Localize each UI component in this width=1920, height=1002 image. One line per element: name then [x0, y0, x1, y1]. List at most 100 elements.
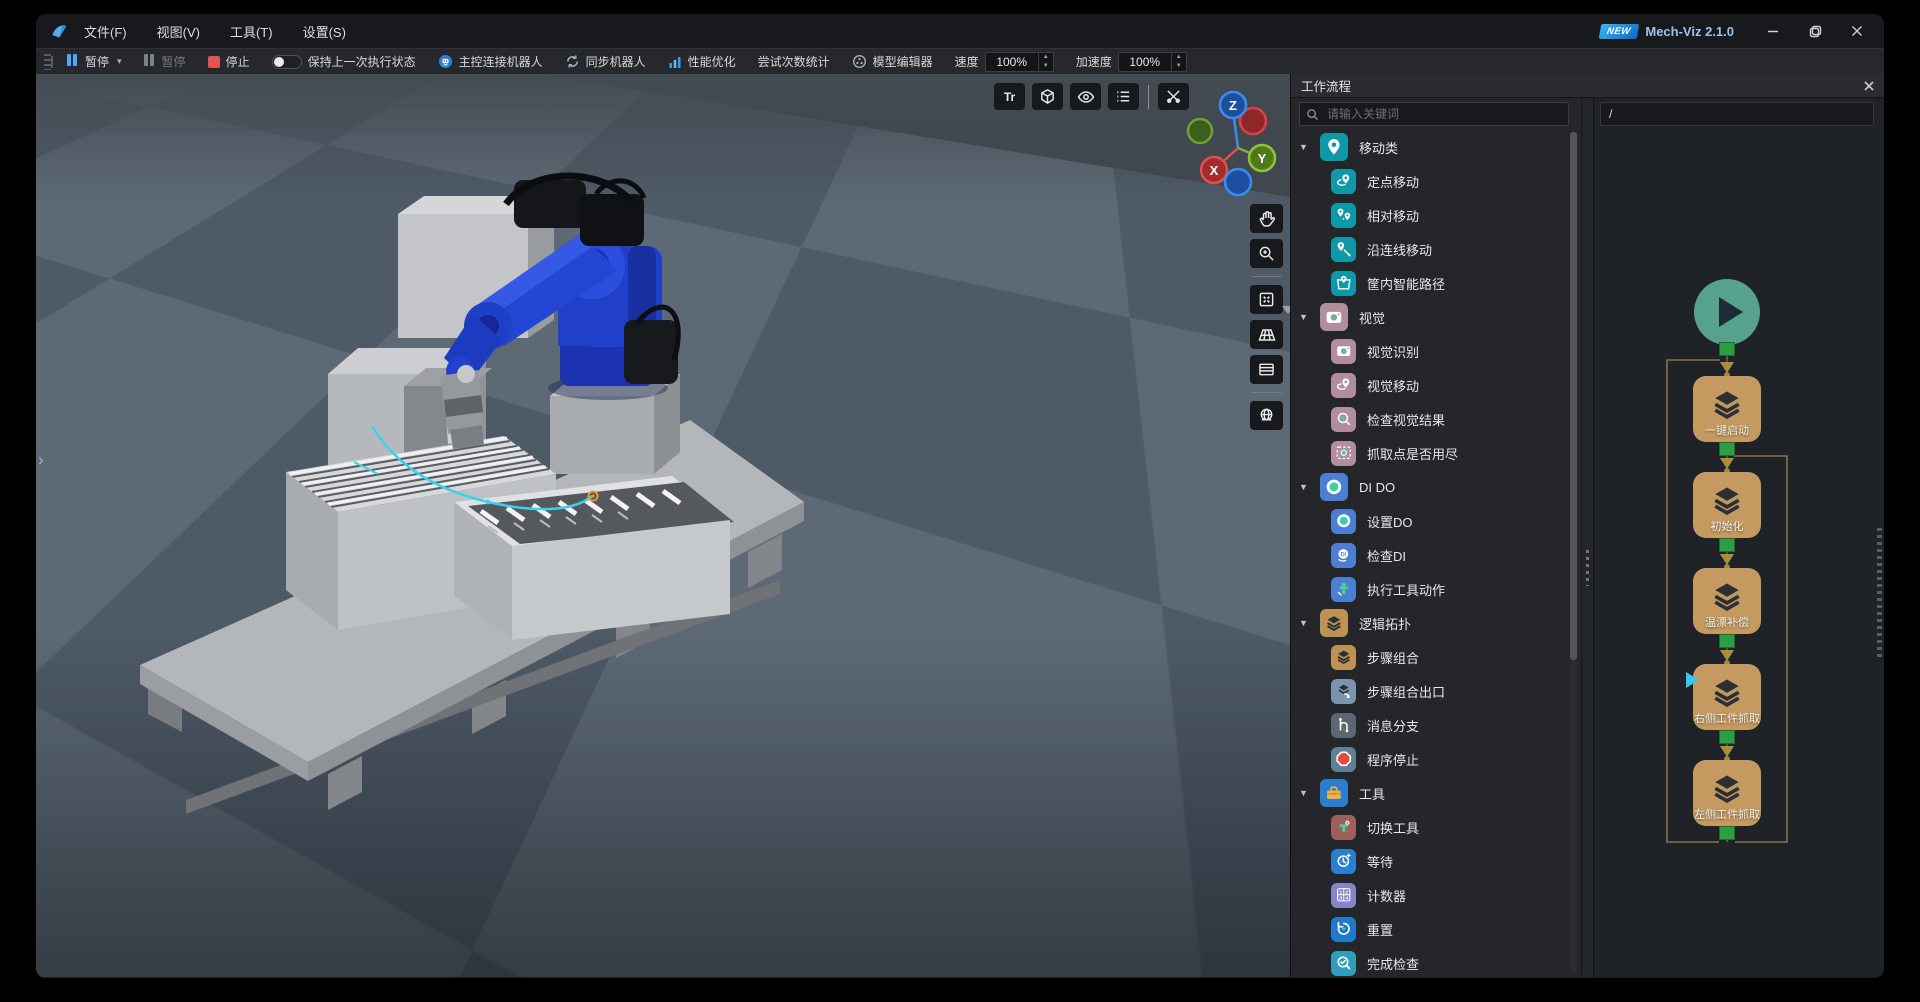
pan-hand-button[interactable]	[1250, 204, 1283, 233]
attempt-count-stats-button[interactable]: 尝试次数统计	[758, 53, 830, 70]
ground-grid-button[interactable]	[1250, 320, 1283, 349]
minimize-button[interactable]	[1756, 18, 1790, 44]
workflow-node[interactable]: 初始化	[1693, 472, 1761, 538]
tree-item[interactable]: 视觉移动	[1291, 368, 1569, 402]
chevron-down-icon[interactable]: ▼	[1299, 482, 1309, 492]
zoom-in-button[interactable]	[1250, 239, 1283, 268]
tree-item-label: 切换工具	[1367, 818, 1419, 837]
chevron-down-icon[interactable]: ▼	[1299, 312, 1309, 322]
canvas-scrollbar[interactable]	[1877, 528, 1882, 658]
tree-item[interactable]: 检查视觉结果	[1291, 402, 1569, 436]
tree-item[interactable]: 执行工具动作	[1291, 572, 1569, 606]
workflow-node[interactable]: 温漂补偿	[1693, 568, 1761, 634]
tree-item[interactable]: 消息分支	[1291, 708, 1569, 742]
app-logo-icon	[50, 21, 70, 41]
tree-item[interactable]: 步骤组合出口	[1291, 674, 1569, 708]
stop-icon	[208, 56, 220, 68]
tree-item[interactable]: 设置DO	[1291, 504, 1569, 538]
speed-down-icon[interactable]: ▼	[1039, 62, 1053, 71]
close-button[interactable]	[1840, 18, 1874, 44]
acceleration-spinner[interactable]: 100% ▲▼	[1118, 52, 1187, 72]
stop-octagon-icon	[1331, 747, 1356, 772]
panel-splitter[interactable]	[1581, 98, 1593, 977]
tree-item[interactable]: 抓取点是否用尽	[1291, 436, 1569, 470]
accel-down-icon[interactable]: ▼	[1172, 62, 1186, 71]
fit-view-button[interactable]	[1250, 285, 1283, 314]
tree-item[interactable]: ▼DI DO	[1291, 470, 1569, 504]
menu-file[interactable]: 文件(F)	[84, 22, 127, 41]
tree-item[interactable]: 1234计数器	[1291, 878, 1569, 912]
finish-check-icon	[1331, 951, 1356, 976]
tree-item[interactable]: 视觉识别	[1291, 334, 1569, 368]
sync-robot-button[interactable]: 同步机器人	[565, 53, 646, 70]
search-input[interactable]	[1325, 106, 1562, 122]
stop-button[interactable]: 停止	[208, 53, 250, 70]
tree-item[interactable]: ▼工具	[1291, 776, 1569, 810]
tree-item[interactable]: 沿连线移动	[1291, 232, 1569, 266]
connector-exit-port[interactable]	[1719, 538, 1735, 552]
pause-dropdown-caret[interactable]: ▾	[117, 56, 122, 67]
gizmo-z-neg[interactable]	[1225, 169, 1251, 195]
robot-connect-icon	[438, 54, 453, 69]
performance-optimization-button[interactable]: 性能优化	[668, 53, 736, 70]
tree-item[interactable]: 程序停止	[1291, 742, 1569, 776]
tree-item[interactable]: ▼逻辑拓扑	[1291, 606, 1569, 640]
model-editor-button[interactable]: 模型编辑器	[852, 53, 933, 70]
speed-up-icon[interactable]: ▲	[1039, 53, 1053, 62]
workflow-node[interactable]: 左侧工件抓取	[1693, 760, 1761, 826]
chevron-down-icon[interactable]: ▼	[1299, 142, 1309, 152]
list-view-button[interactable]	[1108, 83, 1139, 110]
visibility-eye-button[interactable]	[1070, 83, 1101, 110]
workflow-canvas[interactable]: / 一键启动初始化温漂补偿右侧工件抓取左侧工件抓取	[1593, 98, 1884, 977]
chevron-down-icon[interactable]: ▼	[1299, 788, 1309, 798]
menu-tools[interactable]: 工具(T)	[230, 22, 273, 41]
connector-exit-port[interactable]	[1719, 342, 1735, 356]
toolbar-drag-handle[interactable]	[44, 54, 51, 70]
tree-item[interactable]: 步骤组合	[1291, 640, 1569, 674]
pause-secondary-button[interactable]: 暂停	[144, 53, 186, 70]
panel-collapse-icon[interactable]	[1282, 306, 1290, 314]
workflow-node[interactable]: 一键启动	[1693, 376, 1761, 442]
workflow-node[interactable]: 右侧工件抓取	[1693, 664, 1761, 730]
workflow-graph[interactable]: 一键启动初始化温漂补偿右侧工件抓取左侧工件抓取	[1594, 98, 1884, 977]
pause-button[interactable]: 暂停▾	[67, 53, 122, 70]
menu-settings[interactable]: 设置(S)	[303, 22, 346, 41]
splitter-handle-icon[interactable]	[1586, 550, 1589, 586]
viewport-3d[interactable]: Tr	[36, 74, 1290, 977]
toggle-off-icon[interactable]	[272, 55, 302, 69]
bounding-box-button[interactable]	[1032, 83, 1063, 110]
connector-exit-port[interactable]	[1719, 826, 1735, 840]
gizmo-y-neg[interactable]	[1188, 119, 1212, 143]
tree-item[interactable]: 切换工具	[1291, 810, 1569, 844]
master-control-robot-button[interactable]: 主控连接机器人	[438, 53, 543, 70]
axis-gizmo[interactable]: Z Y X	[1174, 80, 1290, 202]
tree-item[interactable]: ▼移动类	[1291, 130, 1569, 164]
menu-view[interactable]: 视图(V)	[157, 22, 200, 41]
tree-item[interactable]: 定点移动	[1291, 164, 1569, 198]
restore-button[interactable]	[1798, 18, 1832, 44]
connector-exit-port[interactable]	[1719, 730, 1735, 744]
table-lines-button[interactable]	[1250, 355, 1283, 384]
tree-item[interactable]: 完成检查	[1291, 946, 1569, 977]
speed-value[interactable]: 100%	[986, 53, 1038, 71]
text-labels-button[interactable]: Tr	[994, 83, 1025, 110]
speed-spinner[interactable]: 100% ▲▼	[985, 52, 1054, 72]
tree-item[interactable]: ▼视觉	[1291, 300, 1569, 334]
search-box[interactable]	[1299, 102, 1569, 126]
chevron-down-icon[interactable]: ▼	[1299, 618, 1309, 628]
globe-view-button[interactable]	[1250, 401, 1283, 430]
library-scrollbar[interactable]	[1570, 132, 1577, 973]
keep-last-state-toggle[interactable]: 保持上一次执行状态	[272, 53, 416, 70]
tree-item[interactable]: 筐内智能路径	[1291, 266, 1569, 300]
connector-exit-port[interactable]	[1719, 442, 1735, 456]
accel-up-icon[interactable]: ▲	[1172, 53, 1186, 62]
tree-item[interactable]: 相对移动	[1291, 198, 1569, 232]
tree-item[interactable]: 等待	[1291, 844, 1569, 878]
panel-close-button[interactable]	[1862, 79, 1876, 93]
connector-exit-port[interactable]	[1719, 634, 1735, 648]
viewport-collapse-left-icon[interactable]: ›	[38, 450, 44, 470]
acceleration-value[interactable]: 100%	[1119, 53, 1171, 71]
workflow-run-button[interactable]	[1694, 279, 1760, 345]
tree-item[interactable]: DI检查DI	[1291, 538, 1569, 572]
tree-item[interactable]: 重置	[1291, 912, 1569, 946]
